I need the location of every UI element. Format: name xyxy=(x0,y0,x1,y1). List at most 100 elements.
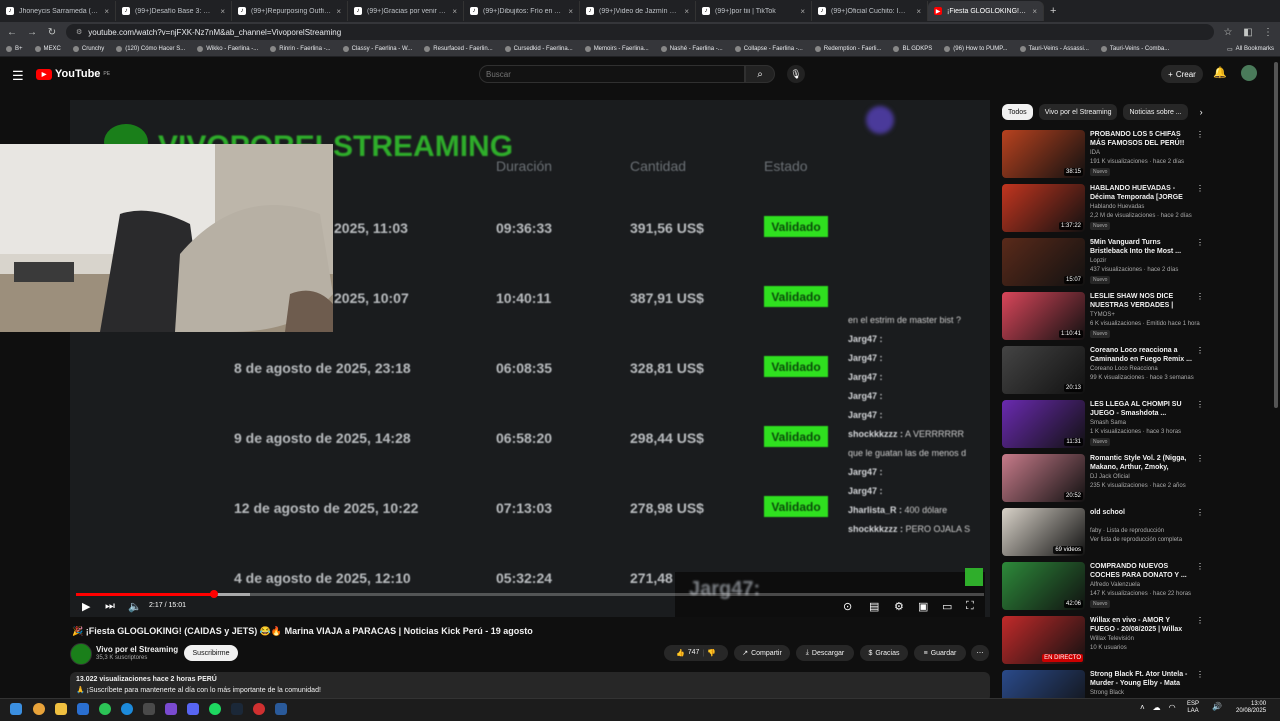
chrome-icon[interactable] xyxy=(33,703,45,715)
recommended-video[interactable]: EN DIRECTO Willax en vivo - AMOR Y FUEGO… xyxy=(1002,616,1204,666)
browser-tab[interactable]: ▶ ¡Fiesta GLOGLOKING! (CAIDAS ... × xyxy=(928,1,1044,21)
recommendation-channel[interactable]: TYMOS+ xyxy=(1090,312,1115,318)
more-options-icon[interactable]: ⋮ xyxy=(1196,292,1204,301)
recommendation-channel[interactable]: faby · Lista de reproducción xyxy=(1090,528,1164,534)
file-explorer-icon[interactable] xyxy=(55,703,67,715)
site-info-icon[interactable]: ⚙ xyxy=(76,28,82,36)
thanks-button[interactable]: $ Gracias xyxy=(860,645,908,661)
all-bookmarks[interactable]: ▭ All Bookmarks xyxy=(1227,46,1274,53)
more-options-icon[interactable]: ⋮ xyxy=(1196,508,1204,517)
recommendation-channel[interactable]: Hablando Huevadas xyxy=(1090,204,1144,210)
bookmark-item[interactable]: Classy - Faerlina - W... xyxy=(342,46,412,52)
video-thumbnail[interactable]: 15:07 xyxy=(1002,238,1085,286)
bookmark-item[interactable]: Crunchy xyxy=(72,46,104,52)
browser-tab[interactable]: ♪ (99+)Dibujitos: Frío en Alemán... × xyxy=(464,1,580,21)
recommendation-title[interactable]: Strong Black Ft. Ator Untela - Murder - … xyxy=(1090,670,1194,688)
recommendation-channel[interactable]: Alfredo Valenzuela xyxy=(1090,582,1140,588)
video-thumbnail[interactable]: 20:52 xyxy=(1002,454,1085,502)
volume-icon[interactable]: 🔈 xyxy=(128,600,142,613)
url-field[interactable]: ⚙ youtube.com/watch?v=njFXK-Nz7nM&ab_cha… xyxy=(66,24,1214,40)
recommended-video[interactable]: 1:10:41 LESLIE SHAW NOS DICE NUESTRAS VE… xyxy=(1002,292,1204,342)
like-button[interactable]: 👍 747 xyxy=(676,649,699,657)
save-button[interactable]: ≡ Guardar xyxy=(914,645,966,661)
bookmark-item[interactable]: Nashé - Faerlina -... xyxy=(660,46,723,52)
tray-arrow-icon[interactable]: ˄ xyxy=(1140,703,1145,712)
thumbs-down-icon[interactable]: 👎 xyxy=(707,649,716,657)
bookmark-item[interactable]: Collapse - Faerlina -... xyxy=(734,46,803,52)
speaker-icon[interactable]: 🔊 xyxy=(1212,702,1222,711)
recommendation-channel[interactable]: DJ Jack Oficial xyxy=(1090,474,1130,480)
more-options-icon[interactable]: ⋮ xyxy=(1196,346,1204,355)
recommended-video[interactable]: 20:13 Coreano Loco reacciona a Caminando… xyxy=(1002,346,1204,396)
subscribe-button[interactable]: Suscribirme xyxy=(184,645,238,661)
language-indicator[interactable]: ESP LAA xyxy=(1187,701,1199,715)
browser-icon[interactable] xyxy=(253,703,265,715)
close-tab-icon[interactable]: × xyxy=(452,7,457,16)
download-button[interactable]: ⤓ Descargar xyxy=(796,645,854,661)
whatsapp-icon[interactable] xyxy=(99,703,111,715)
bookmark-item[interactable]: Cursedkid - Faerlina... xyxy=(504,46,573,52)
chevron-right-icon[interactable]: › xyxy=(1200,107,1203,117)
recommendation-channel[interactable]: Coreano Loco Reacciona xyxy=(1090,366,1158,372)
more-options-icon[interactable]: ⋮ xyxy=(1196,670,1204,679)
extensions-icon[interactable]: ◧ xyxy=(1242,27,1254,38)
fullscreen-icon[interactable]: ⛶ xyxy=(966,600,974,613)
more-actions-button[interactable]: ⋯ xyxy=(971,645,989,661)
clock[interactable]: 13:00 20/08/2025 xyxy=(1236,701,1266,715)
menu-icon[interactable]: ☰ xyxy=(12,68,24,84)
wifi-icon[interactable]: ◠ xyxy=(1169,703,1176,712)
recommended-video[interactable]: 15:07 5Min Vanguard Turns Bristleback In… xyxy=(1002,238,1204,288)
recommendation-channel[interactable]: Strong Black xyxy=(1090,690,1124,696)
autoplay-toggle-icon[interactable]: ⊙ xyxy=(843,600,852,613)
chip-all[interactable]: Todos xyxy=(1002,104,1033,120)
video-thumbnail[interactable]: 69 videos xyxy=(1002,508,1085,556)
recommendation-title[interactable]: LESLIE SHAW NOS DICE NUESTRAS VERDADES |… xyxy=(1090,292,1194,310)
more-options-icon[interactable]: ⋮ xyxy=(1196,454,1204,463)
browser-tab[interactable]: ♪ (99+)Oficial Cuchito: Impresion... × xyxy=(812,1,928,21)
more-options-icon[interactable]: ⋮ xyxy=(1196,130,1204,139)
start-icon[interactable] xyxy=(10,703,22,715)
recommendation-title[interactable]: HABLANDO HUEVADAS - Décima Temporada [JO… xyxy=(1090,184,1194,202)
bookmark-item[interactable]: Resurfaced - Faerlin... xyxy=(424,46,493,52)
browser-menu-icon[interactable]: ⋮ xyxy=(1262,27,1274,38)
browser-tab[interactable]: ♪ Jhoneycis Sarrameda (@jhoney... × xyxy=(0,1,116,21)
channel-name[interactable]: Vivo por el Streaming xyxy=(96,645,178,654)
browser-tab[interactable]: ♪ (99+)Video de Jazmín peralta ... × xyxy=(580,1,696,21)
recommended-video[interactable]: 42:06 COMPRANDO NUEVOS COCHES PARA DONAT… xyxy=(1002,562,1204,612)
recommendation-title[interactable]: 5Min Vanguard Turns Bristleback Into the… xyxy=(1090,238,1194,256)
video-thumbnail[interactable]: EN DIRECTO xyxy=(1002,616,1085,664)
subtitles-icon[interactable]: ▤ xyxy=(869,600,879,613)
play-icon[interactable]: ▶ xyxy=(82,600,90,613)
channel-avatar[interactable] xyxy=(70,643,92,665)
bookmark-item[interactable]: Wikko - Faerlina -... xyxy=(197,46,258,52)
notifications-icon[interactable]: 🔔 xyxy=(1213,66,1227,79)
browser-tab[interactable]: ♪ (99+)Gracias por venir a SinSab... × xyxy=(348,1,464,21)
chip-news[interactable]: Noticias sobre ... xyxy=(1123,104,1188,120)
close-tab-icon[interactable]: × xyxy=(568,7,573,16)
recommendation-title[interactable]: old school xyxy=(1090,508,1194,517)
cloud-icon[interactable]: ☁ xyxy=(1153,703,1161,712)
recommendation-channel[interactable]: Smash Sama xyxy=(1090,420,1126,426)
next-icon[interactable]: ⏭ xyxy=(105,600,115,613)
recommended-video[interactable]: 20:52 Romantic Style Vol. 2 (Nigga, Maka… xyxy=(1002,454,1204,504)
youtube-logo[interactable]: ▶ YouTube PE xyxy=(36,68,110,80)
recommendation-channel[interactable]: Lopzir xyxy=(1090,258,1106,264)
bookmark-item[interactable]: B+ xyxy=(6,46,23,52)
app-icon[interactable] xyxy=(165,703,177,715)
close-tab-icon[interactable]: × xyxy=(800,7,805,16)
browser-tab[interactable]: ♪ (99+)por tiii | TikTok × xyxy=(696,1,812,21)
bookmark-item[interactable]: Tauri-Veins - Comba... xyxy=(1100,46,1169,52)
bookmark-item[interactable]: MEXC xyxy=(34,46,61,52)
video-thumbnail[interactable]: 42:06 xyxy=(1002,562,1085,610)
recommendation-title[interactable]: COMPRANDO NUEVOS COCHES PARA DONATO Y ..… xyxy=(1090,562,1194,580)
voice-search-button[interactable]: 🎙 xyxy=(787,65,805,83)
video-thumbnail[interactable]: 38:15 xyxy=(1002,130,1085,178)
outlook-icon[interactable] xyxy=(77,703,89,715)
more-options-icon[interactable]: ⋮ xyxy=(1196,400,1204,409)
tool-icon[interactable] xyxy=(275,703,287,715)
recommendation-title[interactable]: PROBANDO LOS 5 CHIFAS MÁS FAMOSOS DEL PE… xyxy=(1090,130,1194,148)
search-button[interactable]: ⌕ xyxy=(745,65,775,83)
close-tab-icon[interactable]: × xyxy=(336,7,341,16)
bookmark-item[interactable]: (96) How to PUMP... xyxy=(944,46,1008,52)
video-thumbnail[interactable]: 11:31 xyxy=(1002,400,1085,448)
